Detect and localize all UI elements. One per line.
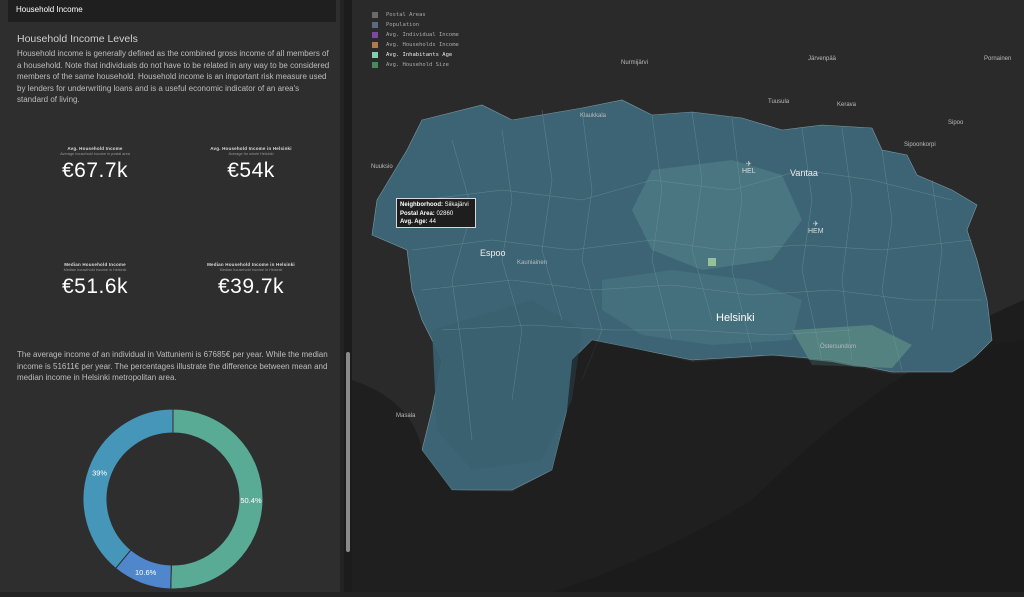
legend-swatch: [372, 12, 378, 18]
place-label: Östersundom: [820, 344, 857, 350]
legend-label: Population: [386, 22, 420, 28]
legend-item[interactable]: Avg. Inhabitants Age: [372, 50, 459, 60]
intro-text: Household income is generally defined as…: [17, 49, 330, 104]
place-label: Klaukkala: [580, 113, 607, 119]
place-label: Masala: [396, 413, 416, 419]
kpi-sublabel: Average household income in postal area: [60, 152, 130, 156]
legend-label: Avg. Household Size: [386, 62, 449, 68]
place-label: Pornainen: [984, 56, 1012, 62]
scrollbar-thumb[interactable]: [346, 352, 350, 552]
tooltip-key: Avg. Age:: [400, 219, 428, 225]
section-title: Household Income Levels: [17, 33, 138, 45]
legend-swatch: [372, 62, 378, 68]
place-label: Järvenpää: [808, 56, 837, 62]
kpi-sublabel: Median household income in Helsinki: [63, 268, 127, 272]
donut-slice-label: 39%: [92, 469, 107, 478]
income-donut-chart: 50.4% 10.6% 39%: [80, 406, 266, 592]
place-label: Sipoonkorpi: [904, 142, 936, 148]
city-label-espoo: Espoo: [480, 248, 506, 258]
kpi-avg-household-income-helsinki: Avg. Household Income in Helsinki Averag…: [176, 146, 326, 183]
legend-item[interactable]: Avg. Households Income: [372, 40, 459, 50]
donut-slice-label: 50.4%: [240, 496, 262, 505]
donut-svg: 50.4% 10.6% 39%: [82, 408, 264, 590]
kpi-label: Median Household Income in Helsinki: [207, 262, 295, 267]
donut-slice[interactable]: [82, 408, 174, 570]
kpi-median-household-income: Median Household Income Median household…: [20, 262, 170, 299]
selected-area[interactable]: [708, 258, 716, 266]
place-label: Nurmijärvi: [621, 60, 648, 66]
tooltip-value: Siikajärvi: [444, 202, 469, 208]
legend-swatch: [372, 42, 378, 48]
place-label: Tuusula: [768, 99, 790, 105]
place-label: Nuuksio: [371, 164, 393, 170]
kpi-value: €39.7k: [217, 275, 285, 298]
place-label: Sipoo: [948, 120, 964, 126]
kpi-value: €54k: [227, 159, 275, 182]
map-svg: [352, 0, 1024, 592]
airport-label: HEL: [742, 168, 756, 175]
kpi-sublabel: Median household income in Helsinki: [219, 268, 283, 272]
kpi-sublabel: Average for whole Helsinki: [228, 152, 274, 156]
kpi-label: Median Household Income: [64, 262, 126, 267]
airplane-icon: ✈: [812, 221, 819, 228]
place-label: Kauniainen: [517, 260, 548, 266]
city-label-helsinki: Helsinki: [716, 312, 755, 324]
legend-label: Postal Areas: [386, 12, 426, 18]
place-label: Kerava: [837, 102, 857, 108]
tooltip-value: 44: [429, 219, 436, 225]
panel-header[interactable]: Household Income: [8, 0, 336, 22]
legend-item[interactable]: Avg. Individual Income: [372, 30, 459, 40]
tooltip-value: 02860: [436, 210, 454, 217]
legend-label: Avg. Households Income: [386, 42, 459, 48]
kpi-value: €51.6k: [61, 275, 129, 298]
kpi-label: Avg. Household Income in Helsinki: [210, 146, 292, 151]
airport-hem: ✈ HEM: [808, 220, 824, 235]
legend-swatch: [372, 52, 378, 58]
legend-item[interactable]: Postal Areas: [372, 10, 459, 20]
legend-item[interactable]: Population: [372, 20, 459, 30]
legend-label: Avg. Individual Income: [386, 32, 459, 38]
income-paragraph: The average income of an individual in V…: [17, 350, 328, 382]
kpi-label: Avg. Household Income: [67, 146, 123, 151]
kpi-median-household-income-helsinki: Median Household Income in Helsinki Medi…: [176, 262, 326, 299]
legend-swatch: [372, 32, 378, 38]
airplane-icon: ✈: [745, 161, 752, 168]
airport-hel: ✈ HEL: [742, 160, 756, 175]
map-tooltip: Neighborhood: Siikajärvi Postal Area: 02…: [396, 198, 476, 228]
legend-item[interactable]: Avg. Household Size: [372, 60, 459, 70]
legend-swatch: [372, 22, 378, 28]
tooltip-key: Neighborhood:: [400, 202, 443, 208]
donut-slice-label: 10.6%: [135, 568, 157, 577]
tooltip-key: Postal Area:: [400, 210, 435, 217]
legend-label: Avg. Inhabitants Age: [386, 52, 453, 58]
kpi-value: €67.7k: [61, 159, 129, 182]
kpi-avg-household-income: Avg. Household Income Average household …: [20, 146, 170, 183]
city-label-vantaa: Vantaa: [790, 168, 818, 178]
map-view[interactable]: Nurmijärvi Klaukkala Tuusula Kerava Järv…: [352, 0, 1024, 592]
airport-label: HEM: [808, 228, 824, 235]
map-legend: Postal Areas Population Avg. Individual …: [372, 10, 459, 70]
